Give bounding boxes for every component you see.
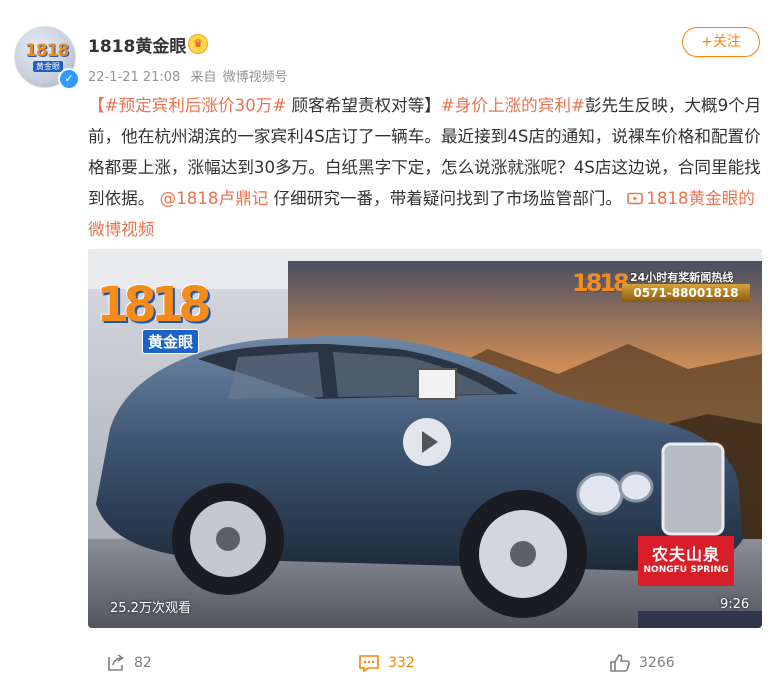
- comment-button[interactable]: 332: [358, 652, 415, 674]
- video-player[interactable]: 1818 黄金眼 1818 24小时有奖新闻热线 0571-88001818 农…: [88, 249, 762, 628]
- sponsor-logo: 农夫山泉 NONGFU SPRING: [638, 536, 734, 586]
- play-button-icon[interactable]: [403, 418, 451, 466]
- repost-count: 82: [134, 655, 152, 671]
- comment-count: 332: [388, 655, 415, 671]
- video-icon: [627, 192, 644, 205]
- hotline-banner: 1818 24小时有奖新闻热线 0571-88001818: [566, 267, 762, 311]
- action-bar: 82 332 3266: [0, 640, 776, 686]
- hashtag-link[interactable]: 【#预定宾利后涨价30万#: [88, 96, 286, 115]
- video-duration: 9:26: [720, 597, 750, 612]
- post-meta: 22-1-21 21:08 来自 微博视频号: [88, 66, 294, 85]
- avatar-logo-text: 1818: [25, 41, 69, 61]
- mention-link[interactable]: @1818卢鼎记: [160, 189, 269, 208]
- author-name[interactable]: 1818黄金眼: [88, 32, 186, 57]
- post-text-segment: 仔细研究一番，带着疑问找到了市场监管部门。: [273, 189, 623, 208]
- channel-logo: 1818 黄金眼: [92, 277, 222, 357]
- post-text-segment: 顾客希望责权对等】: [291, 96, 441, 115]
- comment-icon: [359, 655, 379, 673]
- verified-badge-icon: ✓: [58, 68, 80, 90]
- source-prefix: 来自: [190, 70, 217, 85]
- ticker-strip: [638, 611, 762, 628]
- post-time[interactable]: 22-1-21 21:08: [88, 70, 180, 85]
- view-count: 25.2万次观看: [110, 601, 191, 616]
- like-button[interactable]: 3266: [609, 652, 675, 674]
- follow-button[interactable]: +关注: [682, 27, 760, 57]
- hotline-logo: 1818: [572, 269, 630, 297]
- sponsor-name-en: NONGFU SPRING: [643, 565, 729, 575]
- like-count: 3266: [639, 655, 675, 671]
- hashtag-link[interactable]: #身价上涨的宾利#: [441, 96, 585, 115]
- post-text: 【#预定宾利后涨价30万# 顾客希望责权对等】#身价上涨的宾利#彭先生反映，大概…: [88, 90, 762, 245]
- sponsor-name: 农夫山泉: [651, 545, 720, 564]
- post-header: 1818 黄金眼 ✓ 1818黄金眼 ♛ 22-1-21 21:08 来自 微博…: [0, 0, 776, 90]
- channel-logo-number: 1818: [96, 277, 212, 333]
- hotline-number: 0571-88001818: [622, 284, 750, 302]
- like-icon: [610, 654, 630, 672]
- avatar-logo-tag: 黄金眼: [33, 61, 63, 72]
- repost-icon: [108, 654, 124, 671]
- hotline-title: 24小时有奖新闻热线: [630, 271, 734, 284]
- post-source[interactable]: 微博视频号: [223, 70, 288, 85]
- repost-button[interactable]: 82: [106, 652, 152, 674]
- channel-logo-tag: 黄金眼: [142, 329, 200, 354]
- crown-badge-icon[interactable]: ♛: [188, 34, 208, 54]
